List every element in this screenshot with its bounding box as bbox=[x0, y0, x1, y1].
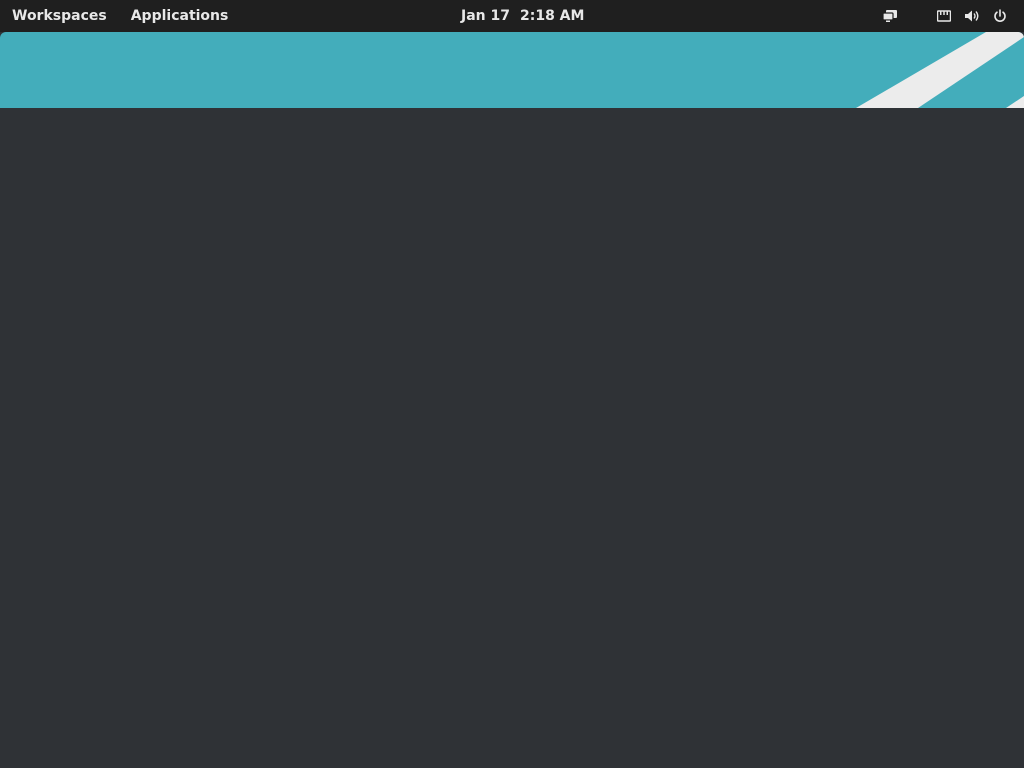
power-icon[interactable] bbox=[992, 8, 1008, 24]
workspaces-button[interactable]: Workspaces bbox=[12, 8, 107, 24]
top-panel: Workspaces Applications Jan 17 2:18 AM bbox=[0, 0, 1024, 32]
desktop: Workspaces Applications Jan 17 2:18 AM bbox=[0, 0, 1024, 768]
clock-date: Jan 17 bbox=[461, 8, 510, 24]
panel-left-section: Workspaces Applications bbox=[12, 0, 228, 32]
clock-time: 2:18 AM bbox=[519, 8, 585, 24]
window-content-area bbox=[0, 108, 1024, 768]
applications-button[interactable]: Applications bbox=[131, 8, 229, 24]
screen-share-icon[interactable] bbox=[882, 8, 898, 24]
clock-button[interactable]: Jan 17 2:18 AM bbox=[461, 0, 584, 32]
system-tray bbox=[882, 0, 1008, 32]
diagonal-stripes-decoration bbox=[856, 32, 1024, 108]
window-header-banner bbox=[0, 32, 1024, 108]
volume-icon[interactable] bbox=[964, 8, 980, 24]
network-wired-icon[interactable] bbox=[936, 8, 952, 24]
